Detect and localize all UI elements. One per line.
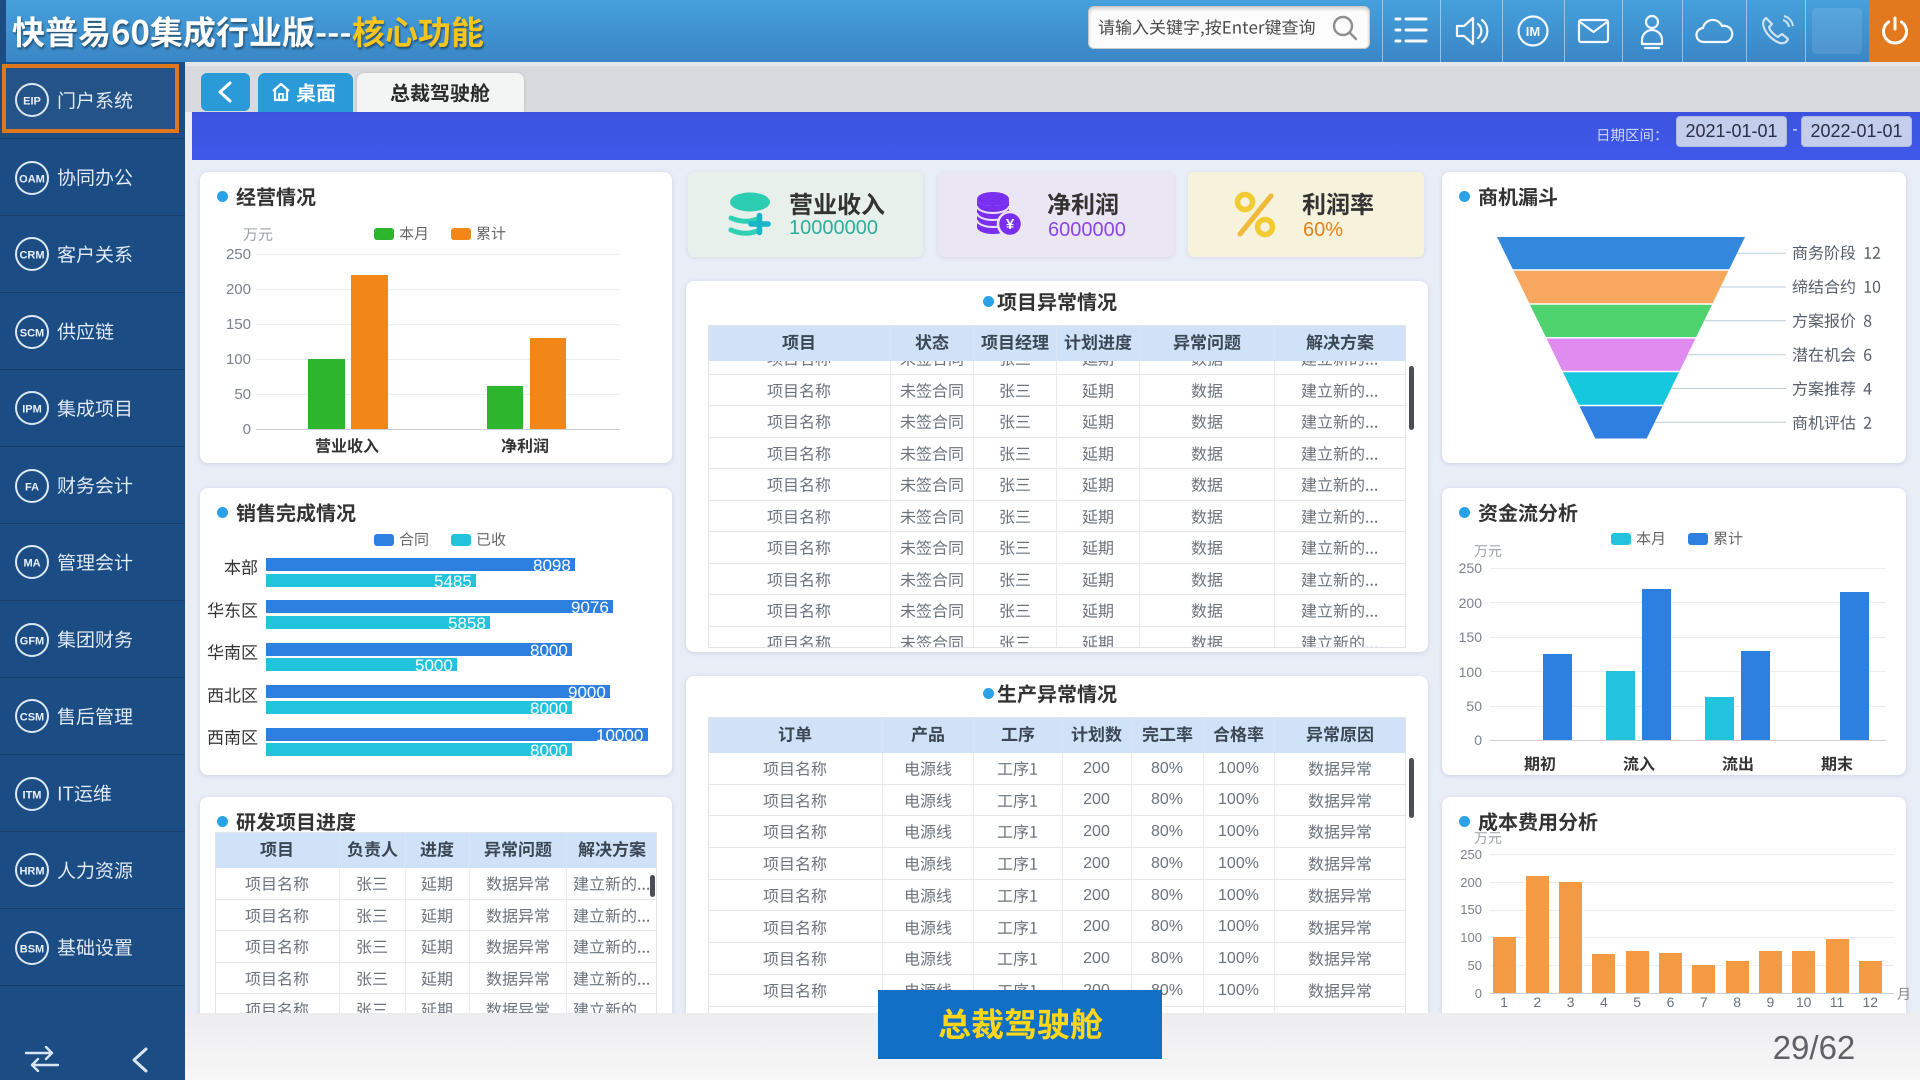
svg-text:GFM: GFM [20,636,44,648]
svg-text:¥: ¥ [1006,216,1015,233]
svg-text:IPM: IPM [22,404,42,416]
svg-text:CRM: CRM [19,250,44,262]
svg-text:OAM: OAM [19,174,45,186]
svg-text:SCM: SCM [20,328,44,340]
svg-text:ITM: ITM [23,790,42,802]
svg-text:MA: MA [23,558,40,570]
svg-text:HRM: HRM [19,866,44,878]
svg-text:FA: FA [25,482,39,494]
svg-text:IM: IM [1526,24,1540,39]
svg-text:BSM: BSM [20,944,44,956]
svg-text:CSM: CSM [20,712,44,724]
